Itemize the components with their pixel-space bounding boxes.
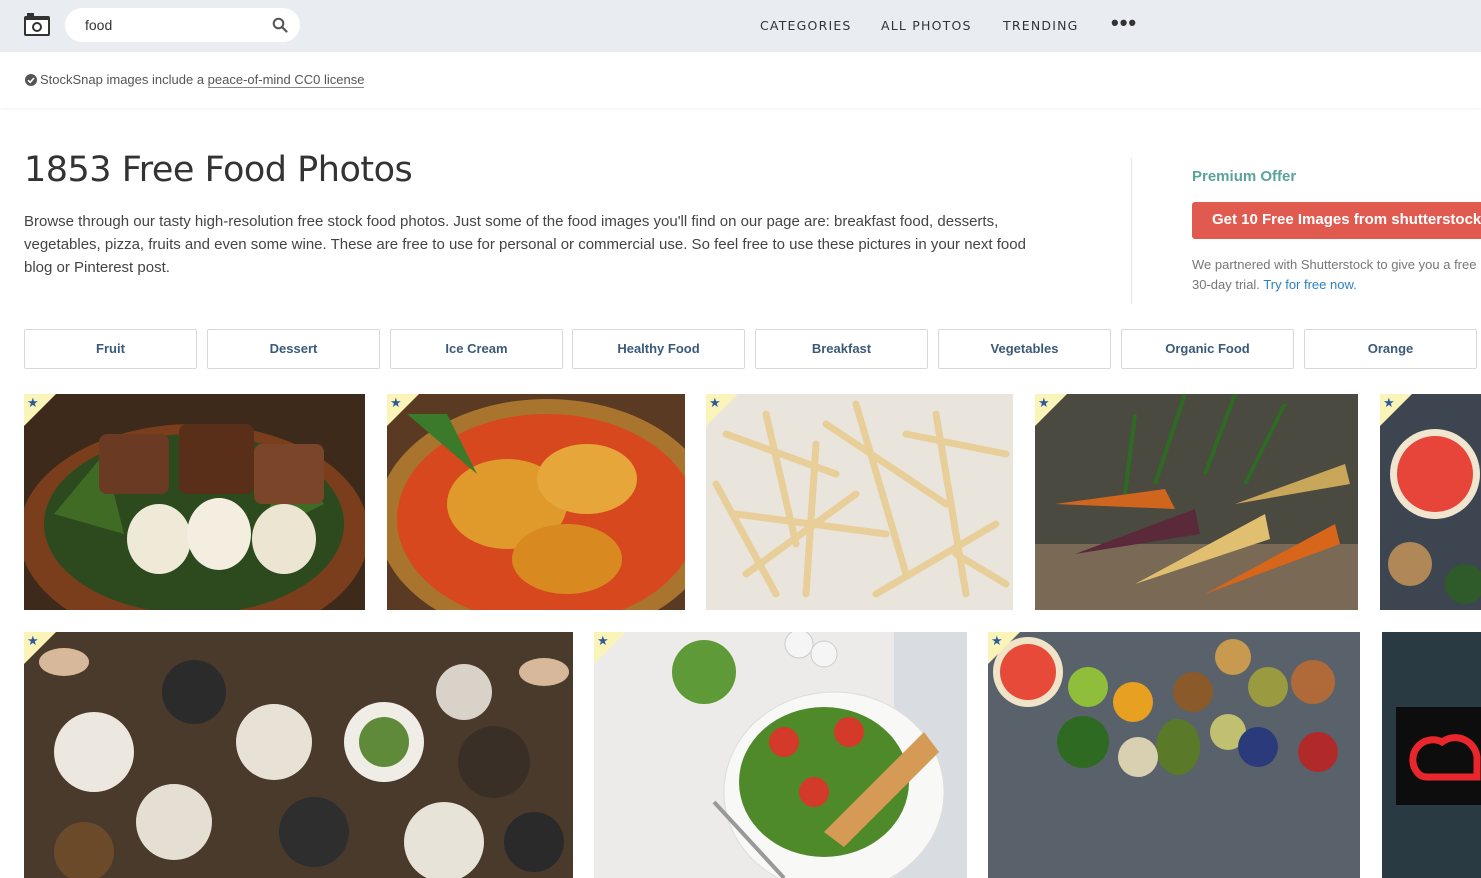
page-title: 1853 Free Food Photos — [24, 150, 413, 190]
top-navigation: CATEGORIES ALL PHOTOS TRENDING ••• — [0, 0, 1481, 52]
tag-fruit[interactable]: Fruit — [24, 329, 197, 369]
license-bar: StockSnap images include a peace-of-mind… — [0, 52, 1481, 108]
nav-trending[interactable]: TRENDING — [1003, 18, 1079, 33]
tag-orange[interactable]: Orange — [1304, 329, 1477, 369]
star-icon: ★ — [1038, 395, 1050, 410]
star-icon: ★ — [27, 395, 39, 410]
photo-healthy-ingredients[interactable]: ★ — [988, 632, 1360, 878]
photo-fries[interactable]: ★ — [706, 394, 1013, 610]
search-box — [65, 8, 300, 42]
shutterstock-offer-button[interactable]: Get 10 Free Images from shutterstock — [1192, 202, 1481, 239]
camera-logo-icon[interactable] — [24, 13, 50, 37]
offer-description: We partnered with Shutterstock to give y… — [1192, 257, 1477, 292]
search-input[interactable] — [85, 15, 265, 35]
star-icon: ★ — [709, 395, 721, 410]
tag-breakfast[interactable]: Breakfast — [755, 329, 928, 369]
nav-categories[interactable]: CATEGORIES — [760, 18, 852, 33]
tag-ice-cream[interactable]: Ice Cream — [390, 329, 563, 369]
tag-organic-food[interactable]: Organic Food — [1121, 329, 1294, 369]
search-icon[interactable] — [272, 17, 288, 33]
photo-carrots[interactable]: ★ — [1035, 394, 1358, 610]
photo-adobe-ad[interactable] — [1382, 632, 1481, 878]
premium-offer-title: Premium Offer — [1192, 168, 1297, 185]
star-icon: ★ — [390, 395, 402, 410]
photo-chicken-salad[interactable]: ★ — [594, 632, 967, 878]
photo-meat-dumplings[interactable]: ★ — [24, 394, 365, 610]
tag-vegetables[interactable]: Vegetables — [938, 329, 1111, 369]
page-description: Browse through our tasty high-resolution… — [24, 213, 1026, 276]
photo-table-feast[interactable]: ★ — [24, 632, 573, 878]
star-icon: ★ — [1383, 395, 1395, 410]
license-link[interactable]: peace-of-mind CC0 license — [207, 72, 365, 88]
star-icon: ★ — [27, 633, 39, 648]
photo-grapefruit[interactable]: ★ — [1380, 394, 1481, 610]
photo-curry[interactable]: ★ — [387, 394, 685, 610]
sidebar-divider — [1131, 158, 1132, 304]
try-free-link[interactable]: Try for free now. — [1263, 277, 1356, 292]
check-circle-icon — [25, 74, 37, 86]
nav-all-photos[interactable]: ALL PHOTOS — [881, 18, 972, 33]
more-menu-icon[interactable]: ••• — [1111, 10, 1137, 36]
star-icon: ★ — [597, 633, 609, 648]
tag-dessert[interactable]: Dessert — [207, 329, 380, 369]
star-icon: ★ — [991, 633, 1003, 648]
tag-healthy-food[interactable]: Healthy Food — [572, 329, 745, 369]
license-text: StockSnap images include a peace-of-mind… — [40, 72, 365, 88]
